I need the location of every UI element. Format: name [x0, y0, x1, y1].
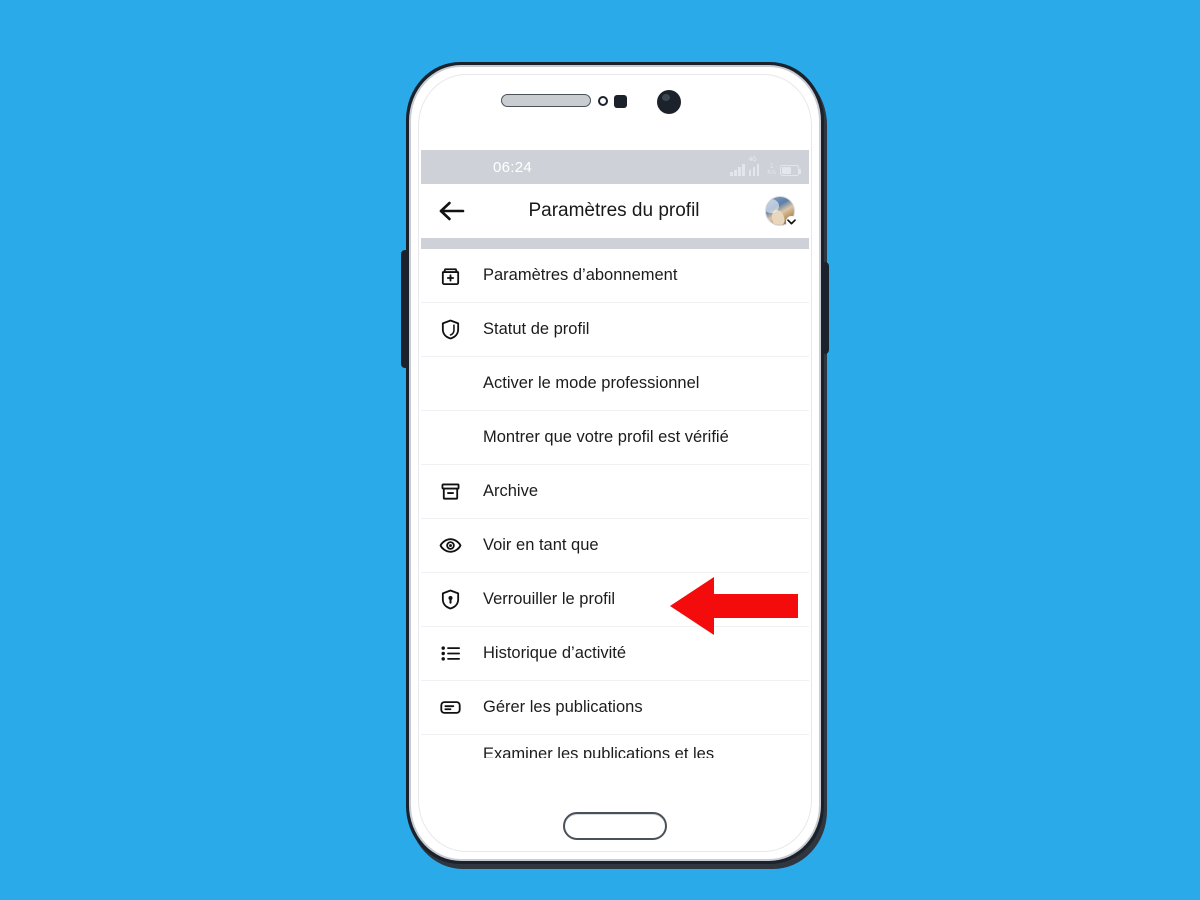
list-item-label: Statut de profil [483, 319, 590, 338]
bulleted-list-icon [437, 641, 463, 667]
proximity-sensor-icon [598, 96, 608, 106]
list-item-label: Historique d’activité [483, 643, 627, 662]
no-icon-placeholder [437, 371, 463, 397]
list-item[interactable]: Montrer que votre profil est vérifié [421, 411, 809, 465]
left-pointing-arrow-icon [668, 575, 800, 637]
list-item[interactable]: Examiner les publications et les identif… [421, 735, 809, 758]
profile-avatar-button[interactable] [765, 196, 797, 227]
list-item-label: Archive [483, 481, 539, 500]
shield-lock-icon [437, 587, 463, 613]
no-icon-placeholder [437, 753, 463, 759]
front-camera-icon [657, 90, 681, 114]
list-item-label: Voir en tant que [483, 535, 599, 554]
earpiece-speaker-grille [501, 94, 591, 107]
list-item-label: Examiner les publications et les identif… [483, 745, 715, 758]
status-bar-icons: 4G 1 K/s [730, 157, 802, 176]
data-rate-icon: 1 K/s [767, 163, 776, 176]
subscription-box-plus-icon [437, 263, 463, 289]
device-top-bezel [406, 84, 824, 126]
profile-settings-list: Paramètres d’abonnement Statut de profil… [421, 249, 809, 758]
power-button[interactable] [822, 262, 829, 354]
app-bar: Paramètres du profil [421, 184, 809, 238]
list-item-label: Verrouiller le profil [483, 589, 616, 608]
battery-icon [780, 165, 802, 176]
page-title: Paramètres du profil [528, 200, 700, 221]
phone-device-mockup: 06:24 4G 1 K/s Paramètres du profil Para… [401, 62, 829, 869]
archive-box-icon [437, 479, 463, 505]
network-type-label: 4G [748, 157, 757, 163]
home-button[interactable] [563, 812, 667, 840]
data-rate-value: 1 [769, 163, 774, 170]
post-card-icon [437, 695, 463, 721]
header-separator [421, 238, 809, 249]
list-item-label: Activer le mode professionnel [483, 373, 700, 392]
list-item-label: Montrer que votre profil est vérifié [483, 427, 729, 446]
list-item[interactable]: Archive [421, 465, 809, 519]
light-sensor-icon [614, 95, 627, 108]
list-item[interactable]: Statut de profil [421, 303, 809, 357]
volume-button[interactable] [401, 250, 408, 368]
no-icon-placeholder [437, 425, 463, 451]
phone-screen: 06:24 4G 1 K/s Paramètres du profil Para… [421, 150, 809, 758]
battery-fill [782, 167, 791, 174]
status-bar: 06:24 4G 1 K/s [421, 150, 809, 184]
shield-icon [437, 317, 463, 343]
list-item-label: Gérer les publications [483, 697, 643, 716]
list-item[interactable]: Gérer les publications [421, 681, 809, 735]
chevron-down-icon [786, 216, 797, 227]
eye-icon [437, 533, 463, 559]
signal-bars-icon [730, 163, 745, 176]
data-rate-unit: K/s [767, 170, 776, 176]
signal-bars-4g-icon: 4G [748, 157, 764, 176]
list-item[interactable]: Activer le mode professionnel [421, 357, 809, 411]
list-item-label: Paramètres d’abonnement [483, 265, 678, 284]
status-bar-clock: 06:24 [493, 158, 533, 176]
list-item[interactable]: Voir en tant que [421, 519, 809, 573]
list-item[interactable]: Paramètres d’abonnement [421, 249, 809, 303]
